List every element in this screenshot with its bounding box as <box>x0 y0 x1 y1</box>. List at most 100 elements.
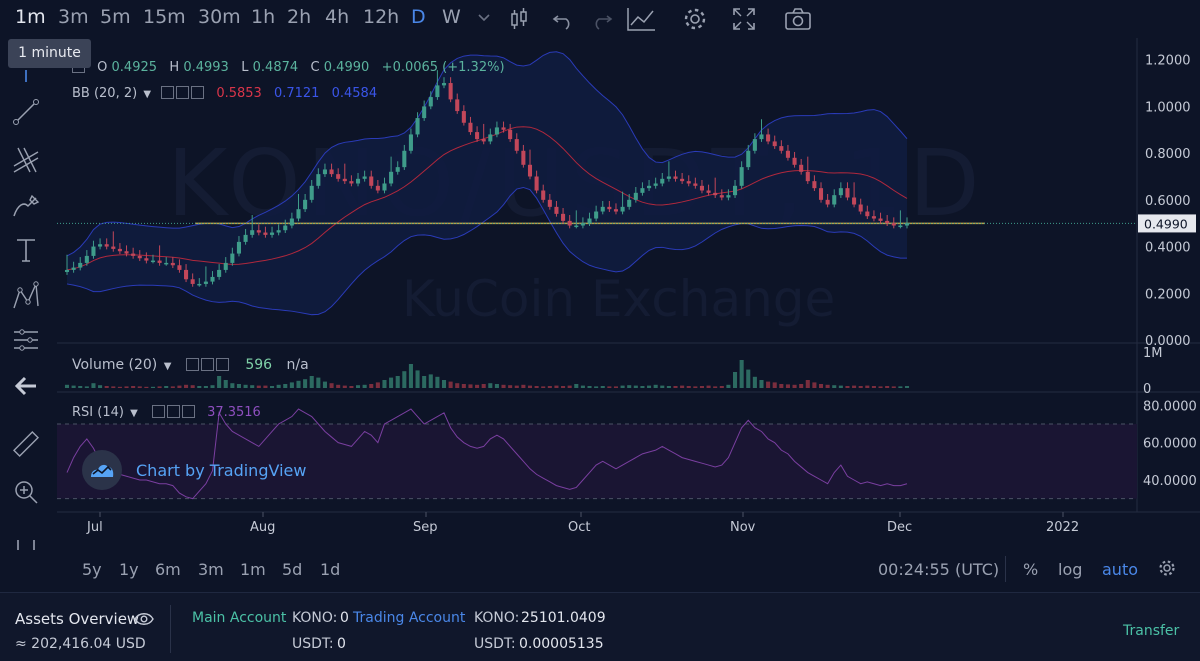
text-icon[interactable] <box>10 234 42 266</box>
range-1d[interactable]: 1d <box>320 560 340 579</box>
percent-scale-toggle[interactable]: % <box>1023 560 1038 579</box>
chevron-down-icon[interactable] <box>476 8 492 36</box>
bb-label[interactable]: BB (20, 2) <box>72 86 137 101</box>
gear-icon[interactable] <box>176 86 190 99</box>
back-arrow-icon[interactable] <box>10 370 42 402</box>
undo-icon[interactable] <box>550 5 578 33</box>
prediction-icon[interactable] <box>10 324 42 356</box>
eye-icon[interactable] <box>161 86 175 99</box>
eye-icon[interactable] <box>134 611 154 627</box>
timeframe-d[interactable]: D <box>411 6 426 28</box>
chevron-down-icon[interactable]: ▼ <box>143 89 151 100</box>
candle-body <box>144 258 149 261</box>
trendline-icon[interactable] <box>10 96 42 128</box>
volume-bar <box>904 386 910 388</box>
indicators-icon[interactable] <box>625 5 657 33</box>
range-5d[interactable]: 5d <box>282 560 302 579</box>
candle-body <box>640 188 645 193</box>
eye-icon[interactable] <box>185 358 199 371</box>
timeframe-1h[interactable]: 1h <box>251 6 275 28</box>
gear-icon[interactable] <box>681 5 709 33</box>
chevron-down-icon[interactable]: ▼ <box>130 408 138 419</box>
candle-body <box>739 167 744 186</box>
ruler-icon[interactable] <box>10 428 42 460</box>
volume-bar <box>752 376 757 388</box>
candle-body <box>699 185 704 191</box>
zoom-in-icon[interactable] <box>10 476 42 508</box>
rsi-label[interactable]: RSI (14) <box>72 405 124 420</box>
volume-bar <box>98 385 103 388</box>
close-icon[interactable] <box>191 86 205 99</box>
drawing-toolbar <box>0 68 52 588</box>
candle-body <box>131 253 136 256</box>
fib-icon[interactable] <box>10 144 42 176</box>
fullscreen-icon[interactable] <box>730 5 758 33</box>
timeframe-2h[interactable]: 2h <box>287 6 311 28</box>
tradingview-badge[interactable]: Chart by TradingView <box>82 450 306 490</box>
volume-bar <box>521 384 526 388</box>
timeframe-tooltip: 1 minute <box>8 39 91 68</box>
candle-body <box>799 164 804 172</box>
redo-icon[interactable] <box>587 5 615 33</box>
volume-bar <box>600 386 605 388</box>
camera-icon[interactable] <box>783 5 813 33</box>
gear-icon[interactable] <box>166 405 180 418</box>
brush-icon[interactable] <box>10 190 42 222</box>
transfer-link[interactable]: Transfer <box>1123 623 1179 639</box>
candle-body <box>408 134 413 151</box>
range-1m[interactable]: 1m <box>240 560 266 579</box>
volume-bar <box>554 385 559 388</box>
volume-bar <box>322 381 327 388</box>
candle-body <box>686 181 691 184</box>
main-usdt-value: 0 <box>337 636 346 652</box>
volume-label[interactable]: Volume (20) <box>72 357 157 373</box>
range-1y[interactable]: 1y <box>119 560 139 579</box>
trading-account-link[interactable]: Trading Account <box>353 610 465 626</box>
range-6m[interactable]: 6m <box>155 560 181 579</box>
timeframe-15m[interactable]: 15m <box>143 6 186 28</box>
crosshair-icon[interactable] <box>10 68 42 86</box>
volume-bar <box>455 383 460 388</box>
range-3m[interactable]: 3m <box>198 560 224 579</box>
utc-clock[interactable]: 00:24:55 (UTC) <box>878 560 999 579</box>
candle-body <box>653 183 658 186</box>
candle-body <box>825 199 830 205</box>
gear-icon[interactable] <box>1157 558 1177 578</box>
candle-body <box>309 185 314 200</box>
timeframe-3m[interactable]: 3m <box>58 6 89 28</box>
candle-body <box>322 169 327 175</box>
log-scale-toggle[interactable]: log <box>1058 560 1082 579</box>
candle-body <box>785 150 790 158</box>
candlestick-icon[interactable] <box>505 5 533 33</box>
chart-area[interactable]: KONO/USDT, 1D KuCoin Exchange 1.20001.00… <box>57 38 1200 588</box>
low-value: 0.4874 <box>252 60 299 75</box>
range-5y[interactable]: 5y <box>82 560 102 579</box>
timeframe-1m[interactable]: 1m <box>15 6 46 28</box>
candle-body <box>494 127 499 135</box>
auto-scale-toggle[interactable]: auto <box>1102 560 1138 579</box>
price-tick-label: 0.2000 <box>1145 287 1191 302</box>
tradingview-label[interactable]: Chart by TradingView <box>136 461 306 480</box>
volume-bar <box>428 374 433 388</box>
candle-body <box>375 185 380 191</box>
eye-icon[interactable] <box>151 405 165 418</box>
chevron-down-icon[interactable]: ▼ <box>164 361 172 372</box>
gear-icon[interactable] <box>200 358 214 371</box>
candle-body <box>613 209 619 212</box>
close-icon[interactable] <box>181 405 195 418</box>
time-tick-label: Dec <box>887 520 912 535</box>
volume-bar <box>184 384 189 388</box>
pattern-icon[interactable] <box>10 280 42 312</box>
volume-bar <box>541 386 546 388</box>
timeframe-12h[interactable]: 12h <box>363 6 399 28</box>
candle-body <box>792 157 797 165</box>
candle-body <box>177 265 182 270</box>
candle-body <box>574 225 579 228</box>
close-icon[interactable] <box>215 358 229 371</box>
timeframe-30m[interactable]: 30m <box>198 6 241 28</box>
main-account-link[interactable]: Main Account <box>192 610 286 626</box>
timeframe-w[interactable]: W <box>442 6 461 28</box>
volume-bar <box>303 379 308 388</box>
timeframe-5m[interactable]: 5m <box>100 6 131 28</box>
timeframe-4h[interactable]: 4h <box>325 6 349 28</box>
